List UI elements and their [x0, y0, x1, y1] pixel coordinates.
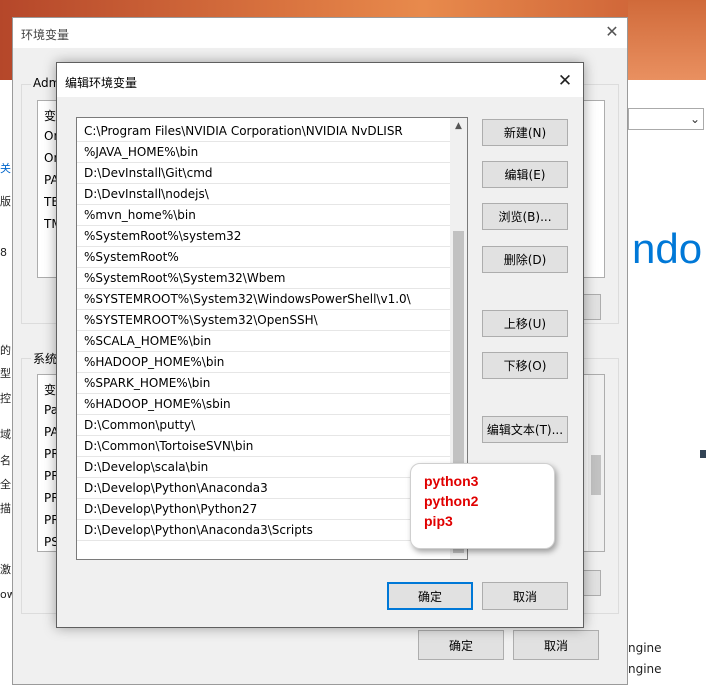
- annotation-callout: python3 python2 pip3: [410, 463, 555, 549]
- new-button[interactable]: 新建(N): [482, 119, 568, 146]
- path-list-item[interactable]: %HADOOP_HOME%\sbin: [77, 394, 451, 415]
- background-left-text: 关: [0, 162, 11, 175]
- background-left-text: 名: [0, 454, 11, 467]
- background-app-left: 关 版 8 的 型 控 域 名 全 描 激 ow: [0, 80, 12, 685]
- background-left-text: 的: [0, 344, 11, 357]
- path-list-item[interactable]: %SystemRoot%\System32\Wbem: [77, 268, 451, 289]
- path-list-item[interactable]: D:\Develop\Python\Anaconda3: [77, 478, 451, 499]
- edit-button[interactable]: 编辑(E): [482, 161, 568, 188]
- desktop-wallpaper-right: [628, 0, 706, 80]
- path-list-item[interactable]: D:\Develop\Python\Python27: [77, 499, 451, 520]
- path-list-item[interactable]: D:\DevInstall\nodejs\: [77, 184, 451, 205]
- path-list-item[interactable]: %SYSTEMROOT%\System32\WindowsPowerShell\…: [77, 289, 451, 310]
- path-list-item[interactable]: %mvn_home%\bin: [77, 205, 451, 226]
- dialog-titlebar: 编辑环境变量 ✕: [57, 63, 583, 97]
- close-icon[interactable]: ✕: [601, 21, 623, 43]
- path-list-item[interactable]: D:\Develop\scala\bin: [77, 457, 451, 478]
- background-left-text: 全: [0, 478, 11, 491]
- path-list-item[interactable]: D:\Common\putty\: [77, 415, 451, 436]
- background-app-right: [628, 80, 706, 685]
- path-list-item[interactable]: %HADOOP_HOME%\bin: [77, 352, 451, 373]
- background-text-line: ngine: [628, 662, 662, 676]
- background-left-text: 激: [0, 563, 11, 576]
- path-list-item[interactable]: %JAVA_HOME%\bin: [77, 142, 451, 163]
- browse-button[interactable]: 浏览(B)...: [482, 203, 568, 230]
- scrollbar[interactable]: [588, 375, 604, 551]
- cancel-button[interactable]: 取消: [513, 630, 599, 660]
- path-list-item[interactable]: D:\Common\TortoiseSVN\bin: [77, 436, 451, 457]
- background-left-text: 控: [0, 392, 11, 405]
- ok-button[interactable]: 确定: [387, 582, 473, 610]
- cancel-button[interactable]: 取消: [482, 582, 568, 610]
- path-list-item[interactable]: C:\Program Files\NVIDIA Corporation\NVID…: [77, 121, 451, 142]
- background-left-text: 版: [0, 195, 11, 208]
- path-list-item[interactable]: %SCALA_HOME%\bin: [77, 331, 451, 352]
- edit-text-button[interactable]: 编辑文本(T)...: [482, 416, 568, 443]
- background-left-text: 域: [0, 428, 11, 441]
- annotation-text: python3: [424, 473, 479, 489]
- delete-button[interactable]: 删除(D): [482, 246, 568, 273]
- dialog-title: 编辑环境变量: [65, 76, 138, 90]
- path-list-item[interactable]: D:\Develop\Python\Anaconda3\Scripts: [77, 520, 451, 541]
- path-list-item[interactable]: %SPARK_HOME%\bin: [77, 373, 451, 394]
- ok-button[interactable]: 确定: [418, 630, 504, 660]
- background-left-text: ow: [0, 588, 12, 601]
- annotation-text: python2: [424, 493, 479, 509]
- path-list-item[interactable]: D:\DevInstall\Git\cmd: [77, 163, 451, 184]
- scrollbar-thumb[interactable]: [591, 455, 601, 495]
- chevron-down-icon: ⌄: [690, 112, 701, 126]
- dialog-title: 环境变量: [21, 28, 70, 42]
- close-icon[interactable]: ✕: [553, 69, 577, 93]
- path-list-item[interactable]: [77, 541, 451, 559]
- path-list-item[interactable]: %SYSTEMROOT%\System32\OpenSSH\: [77, 310, 451, 331]
- background-mark: [700, 450, 706, 458]
- background-left-text: 描: [0, 502, 11, 515]
- background-left-text: 8: [0, 246, 7, 259]
- move-up-button[interactable]: 上移(U): [482, 310, 568, 337]
- background-text-line: ngine: [628, 641, 662, 655]
- move-down-button[interactable]: 下移(O): [482, 352, 568, 379]
- path-list-item[interactable]: %SystemRoot%\system32: [77, 226, 451, 247]
- annotation-text: pip3: [424, 513, 453, 529]
- system-variables-label: 系统: [31, 350, 60, 367]
- dialog-titlebar: 环境变量 ✕: [13, 18, 627, 48]
- background-logo-text: ndo: [632, 225, 703, 272]
- path-list-item[interactable]: %SystemRoot%: [77, 247, 451, 268]
- background-left-text: 型: [0, 367, 11, 380]
- scroll-up-icon[interactable]: ▲: [450, 118, 467, 135]
